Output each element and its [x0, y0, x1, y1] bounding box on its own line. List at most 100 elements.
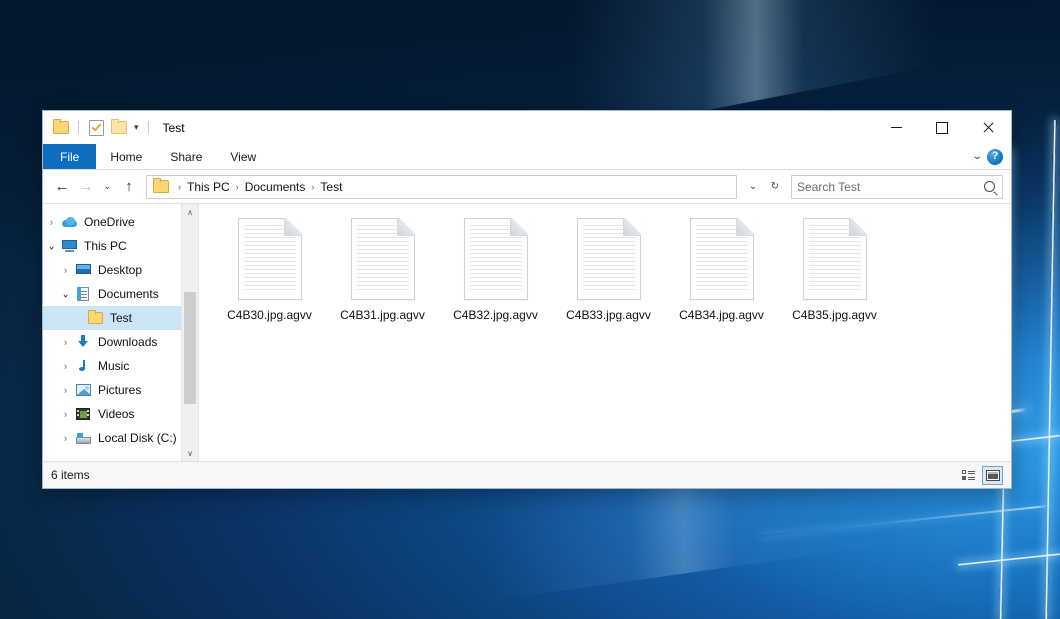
qat-separator-1	[78, 121, 79, 134]
scroll-down-arrow-icon[interactable]: ∨	[182, 445, 198, 461]
breadcrumb-separator-0[interactable]: ›	[174, 182, 185, 192]
close-button[interactable]	[965, 111, 1011, 144]
sidebar-item-onedrive[interactable]: › OneDrive	[43, 210, 198, 234]
sidebar-item-pictures[interactable]: › Pictures	[43, 378, 198, 402]
file-item[interactable]: C4B31.jpg.agvv	[326, 214, 439, 328]
tab-share[interactable]: Share	[156, 144, 216, 169]
expander-icon[interactable]: ›	[57, 264, 74, 277]
explorer-body: › OneDrive ⌄ This PC › Desktop	[43, 203, 1011, 461]
ribbon-right-controls: ⌄ ?	[973, 144, 1011, 169]
scroll-up-arrow-icon[interactable]: ∧	[182, 204, 198, 220]
sidebar-item-this-pc[interactable]: ⌄ This PC	[43, 234, 198, 258]
back-button[interactable]: ←	[51, 175, 73, 199]
file-item[interactable]: C4B30.jpg.agvv	[213, 214, 326, 328]
address-bar-row: ← → ⌄ ↑ › This PC › Documents › Test ⌄ ↻…	[43, 170, 1011, 203]
customize-qat-button[interactable]: ▾	[132, 123, 141, 132]
help-icon[interactable]: ?	[987, 149, 1003, 165]
expander-icon[interactable]: ⌄	[57, 287, 74, 301]
document-fold-icon	[736, 218, 754, 236]
document-fold-icon	[849, 218, 867, 236]
sidebar-item-label: Videos	[98, 407, 134, 421]
expand-ribbon-button[interactable]: ⌄	[971, 151, 982, 162]
breadcrumb-this-pc[interactable]: This PC	[185, 180, 232, 194]
new-folder-icon	[111, 121, 127, 134]
expander-icon[interactable]: ›	[57, 360, 74, 373]
maximize-button[interactable]	[919, 111, 965, 144]
expander-icon[interactable]: ⌄	[43, 239, 60, 253]
navigation-scrollbar[interactable]: ∧ ∨	[181, 204, 198, 461]
file-grid: C4B30.jpg.agvv C4B31.jpg.agvv	[199, 204, 1011, 328]
desktop-icon	[74, 264, 92, 276]
file-item[interactable]: C4B33.jpg.agvv	[552, 214, 665, 328]
refresh-button[interactable]: ↻	[765, 176, 785, 198]
sidebar-item-label: Local Disk (C:)	[98, 431, 177, 445]
navigation-tree: › OneDrive ⌄ This PC › Desktop	[43, 204, 198, 450]
document-fold-icon	[510, 218, 528, 236]
search-box[interactable]: Search Test	[791, 175, 1003, 199]
details-view-button[interactable]	[958, 466, 979, 485]
window-controls	[873, 111, 1011, 144]
generic-document-icon	[464, 218, 528, 300]
document-fold-icon	[284, 218, 302, 236]
ribbon-tab-bar: File Home Share View ⌄ ?	[43, 144, 1011, 170]
system-menu-folder-icon[interactable]	[51, 118, 71, 138]
scrollbar-thumb[interactable]	[184, 292, 196, 404]
folder-icon	[86, 312, 104, 324]
details-view-icon	[962, 470, 975, 481]
breadcrumb-separator-2[interactable]: ›	[307, 182, 318, 192]
tab-home[interactable]: Home	[96, 144, 156, 169]
close-icon	[982, 122, 994, 134]
properties-button[interactable]	[86, 118, 106, 138]
address-history-button[interactable]: ⌄	[743, 176, 763, 198]
generic-document-icon	[238, 218, 302, 300]
file-list-pane[interactable]: C4B30.jpg.agvv C4B31.jpg.agvv	[199, 204, 1011, 461]
navigation-pane: › OneDrive ⌄ This PC › Desktop	[43, 204, 199, 461]
view-toggle-group	[958, 466, 1003, 485]
recent-locations-button[interactable]: ⌄	[99, 175, 116, 199]
up-button[interactable]: ↑	[118, 175, 140, 199]
expander-icon[interactable]: ›	[57, 384, 74, 397]
breadcrumb-test[interactable]: Test	[318, 180, 344, 194]
download-icon	[74, 335, 92, 349]
expander-icon[interactable]: ›	[43, 216, 60, 229]
pictures-icon	[74, 384, 92, 396]
breadcrumb-separator-1[interactable]: ›	[232, 182, 243, 192]
search-input[interactable]: Search Test	[797, 180, 984, 194]
title-bar: ▾ Test	[43, 111, 1011, 144]
quick-access-toolbar: ▾ Test	[43, 118, 185, 138]
sidebar-item-local-disk[interactable]: › Local Disk (C:)	[43, 426, 198, 450]
sidebar-item-label: Downloads	[98, 335, 157, 349]
logo-mullion-vertical-2	[1045, 120, 1057, 619]
new-folder-button[interactable]	[109, 118, 129, 138]
forward-button[interactable]: →	[75, 175, 97, 199]
file-name-label: C4B33.jpg.agvv	[563, 307, 654, 324]
address-folder-icon	[153, 180, 169, 193]
file-name-label: C4B34.jpg.agvv	[676, 307, 767, 324]
tab-view[interactable]: View	[216, 144, 270, 169]
expander-icon[interactable]: ›	[57, 336, 74, 349]
address-breadcrumb-bar[interactable]: › This PC › Documents › Test	[146, 175, 737, 199]
tab-file[interactable]: File	[43, 144, 96, 169]
status-bar: 6 items	[43, 461, 1011, 488]
computer-icon	[60, 240, 78, 252]
sidebar-item-downloads[interactable]: › Downloads	[43, 330, 198, 354]
file-explorer-window: ▾ Test File Home Share View	[42, 110, 1012, 489]
logo-converging-beam-2	[761, 505, 1050, 537]
file-item[interactable]: C4B32.jpg.agvv	[439, 214, 552, 328]
sidebar-item-documents[interactable]: ⌄ Documents	[43, 282, 198, 306]
expander-icon[interactable]: ›	[57, 408, 74, 421]
sidebar-item-videos[interactable]: › Videos	[43, 402, 198, 426]
minimize-button[interactable]	[873, 111, 919, 144]
file-item[interactable]: C4B35.jpg.agvv	[778, 214, 891, 328]
expander-icon[interactable]: ›	[57, 432, 74, 445]
file-name-label: C4B31.jpg.agvv	[337, 307, 428, 324]
breadcrumb-documents[interactable]: Documents	[243, 180, 308, 194]
sidebar-item-label: Desktop	[98, 263, 142, 277]
sidebar-item-label: Documents	[98, 287, 159, 301]
sidebar-item-desktop[interactable]: › Desktop	[43, 258, 198, 282]
file-item[interactable]: C4B34.jpg.agvv	[665, 214, 778, 328]
large-icons-view-button[interactable]	[982, 466, 1003, 485]
sidebar-item-test[interactable]: Test	[43, 306, 198, 330]
sidebar-item-music[interactable]: › Music	[43, 354, 198, 378]
sidebar-item-label: OneDrive	[84, 215, 135, 229]
